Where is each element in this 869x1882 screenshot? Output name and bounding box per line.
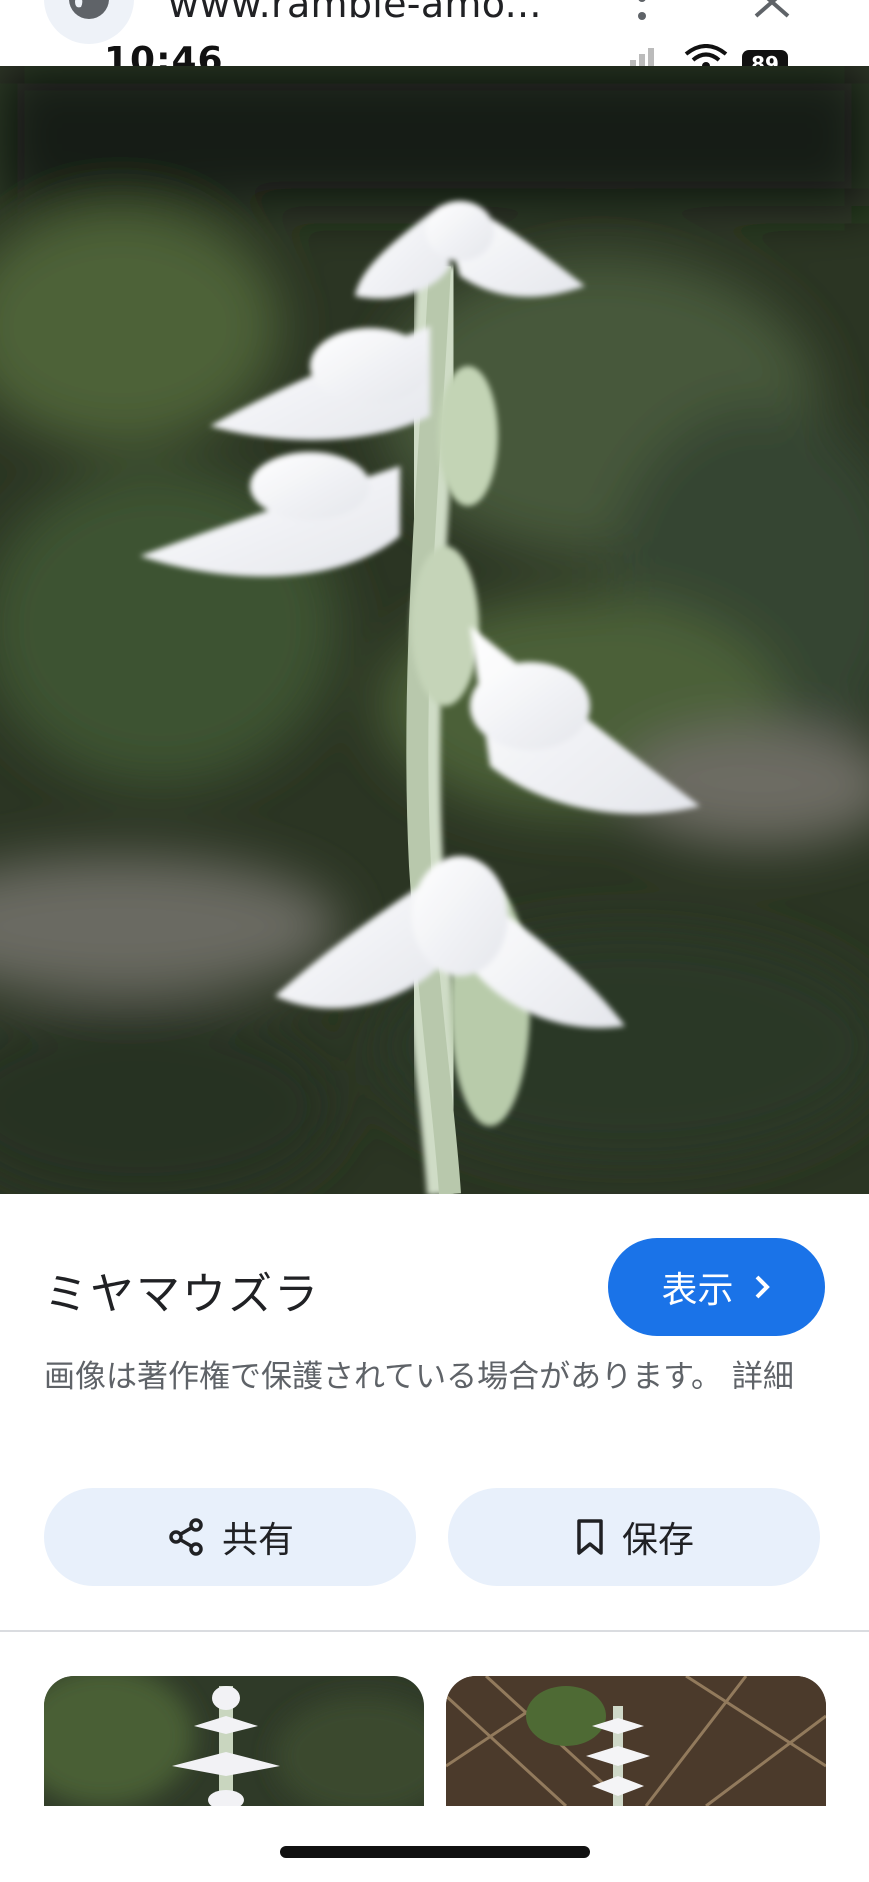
copyright-text: 画像は著作権で保護されている場合があります。 [44,1359,722,1395]
bookmark-icon [577,1519,603,1555]
close-icon[interactable] [752,0,792,18]
chevron-right-icon [755,1275,770,1299]
copyright-notice: 画像は著作権で保護されている場合があります。 詳細 [44,1356,814,1399]
more-vert-icon[interactable] [632,0,652,22]
battery-indicator: 89 [742,50,788,66]
url-text[interactable]: www.ramble-amo... [168,0,542,26]
image-title: ミヤマウズラ [44,1269,320,1320]
share-icon [169,1518,203,1556]
details-link[interactable]: 詳細 [732,1359,794,1395]
save-label: 保存 [621,1520,694,1561]
globe-icon[interactable] [44,0,134,44]
save-button[interactable]: 保存 [448,1488,820,1586]
wifi-icon [684,44,728,66]
share-button[interactable]: 共有 [44,1488,416,1586]
home-indicator [280,1846,590,1858]
view-button[interactable]: 表示 [608,1238,825,1336]
status-time: 10:46 [104,40,224,66]
related-image-thumbnail[interactable] [446,1676,826,1806]
signal-icon [630,48,654,66]
view-button-label: 表示 [661,1269,734,1310]
section-divider [0,1630,869,1632]
related-image-thumbnail[interactable] [44,1676,424,1806]
share-label: 共有 [221,1520,294,1561]
browser-top-bar: www.ramble-amo... 10:46 89 [0,0,869,66]
main-image[interactable] [0,66,869,1194]
